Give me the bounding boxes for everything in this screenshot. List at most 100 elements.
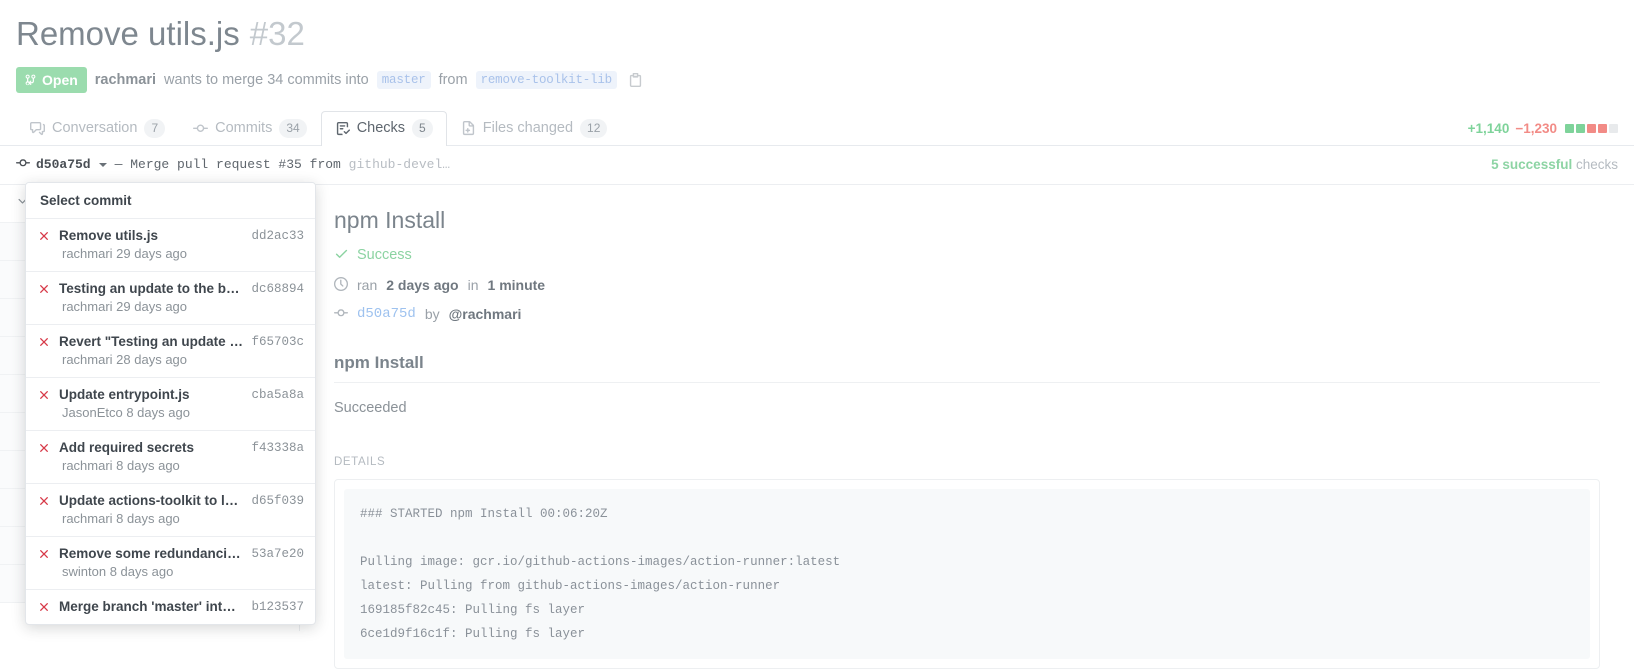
list-item[interactable]: Remove some redundancies be… 53a7e20 swint… bbox=[26, 537, 315, 590]
details-label: DETAILS bbox=[334, 456, 1634, 468]
check-title: npm Install bbox=[334, 207, 1634, 234]
ran-prefix: ran bbox=[357, 277, 377, 293]
list-item[interactable]: Update actions-toolkit to latest … d65f03… bbox=[26, 484, 315, 537]
commit-item-sha: f43338a bbox=[251, 441, 304, 455]
git-commit-icon bbox=[193, 121, 208, 136]
list-item[interactable]: Merge branch 'master' into rem… b123537 bbox=[26, 590, 315, 624]
commit-item-title: Add required secrets bbox=[59, 440, 243, 455]
x-icon bbox=[37, 547, 51, 561]
git-commit-icon bbox=[16, 156, 30, 173]
log-card: ### STARTED npm Install 00:06:20Z Pullin… bbox=[334, 479, 1600, 669]
merge-text-2: from bbox=[439, 72, 468, 88]
status-badge-label: Open bbox=[42, 72, 78, 88]
ran-mid: in bbox=[468, 277, 479, 293]
commit-item-title: Remove utils.js bbox=[59, 228, 243, 243]
checks-topbar: d50a75d — Merge pull request #35 from gi… bbox=[0, 146, 1634, 185]
diffstat-block bbox=[1565, 124, 1574, 133]
commit-sha-label: d50a75d bbox=[36, 157, 91, 172]
dropdown-header: Select commit bbox=[26, 183, 315, 219]
pr-author: rachmari bbox=[95, 72, 156, 88]
list-item[interactable]: Testing an update to the beta ve…dc68894… bbox=[26, 272, 315, 325]
check-status-label: Success bbox=[357, 247, 412, 263]
commit-item-meta: rachmari 28 days ago bbox=[37, 352, 304, 367]
x-icon bbox=[37, 388, 51, 402]
check-run-time: ran 2 days ago in 1 minute bbox=[334, 277, 1634, 294]
log-output: ### STARTED npm Install 00:06:20Z Pullin… bbox=[344, 489, 1590, 659]
check-commit-line: d50a75d by @rachmari bbox=[334, 306, 1634, 323]
check-icon bbox=[334, 246, 349, 265]
comment-discussion-icon bbox=[30, 121, 45, 136]
diffstat[interactable]: +1,140 −1,230 bbox=[1468, 121, 1618, 136]
diffstat-blocks bbox=[1565, 124, 1618, 133]
merge-text-1: wants to merge 34 commits into bbox=[164, 72, 369, 88]
check-commit-author[interactable]: @rachmari bbox=[449, 306, 522, 322]
commit-item-title: Update entrypoint.js bbox=[59, 387, 243, 402]
pr-title-row: Remove utils.js #32 bbox=[16, 14, 1618, 54]
commit-item-meta: swinton 8 days ago bbox=[37, 564, 304, 579]
commit-item-sha: cba5a8a bbox=[251, 388, 304, 402]
clipboard-copy-icon[interactable] bbox=[628, 72, 643, 87]
tab-files-changed-count: 12 bbox=[580, 119, 607, 137]
commit-item-title: Update actions-toolkit to latest … bbox=[59, 493, 243, 508]
x-icon bbox=[37, 335, 51, 349]
pr-number: #32 bbox=[250, 15, 305, 53]
commit-item-meta: rachmari 29 days ago bbox=[37, 246, 304, 261]
git-pull-request-icon bbox=[24, 73, 37, 86]
commit-item-title: Remove some redundancies be… bbox=[59, 546, 243, 561]
commit-item-meta: JasonEtco 8 days ago bbox=[37, 405, 304, 420]
tab-files-changed[interactable]: Files changed 12 bbox=[447, 111, 622, 145]
git-commit-icon bbox=[334, 306, 348, 323]
chevron-down-icon bbox=[99, 163, 107, 167]
ran-duration: 1 minute bbox=[488, 277, 546, 293]
pr-meta: Open rachmari wants to merge 34 commits … bbox=[16, 67, 1618, 93]
commit-list: Remove utils.js dd2ac33 rachmari 29 days a… bbox=[26, 219, 315, 624]
x-icon bbox=[37, 600, 51, 614]
checks-summary-count: 5 successful bbox=[1491, 157, 1572, 172]
list-item[interactable]: Revert "Testing an update to th…f65703cr… bbox=[26, 325, 315, 378]
tab-conversation-count: 7 bbox=[144, 119, 165, 137]
check-commit-sha-link[interactable]: d50a75d bbox=[357, 306, 416, 322]
commit-item-meta: rachmari 29 days ago bbox=[37, 299, 304, 314]
commit-select-button[interactable]: d50a75d bbox=[16, 156, 107, 173]
diffstat-block bbox=[1587, 124, 1596, 133]
tab-checks[interactable]: Checks 5 bbox=[321, 111, 447, 145]
check-status: Success bbox=[334, 246, 1634, 265]
list-item[interactable]: Add required secretsf43338arachmari 8 da… bbox=[26, 431, 315, 484]
tab-checks-count: 5 bbox=[412, 119, 433, 137]
commit-item-sha: 53a7e20 bbox=[251, 547, 304, 561]
base-branch-label[interactable]: master bbox=[377, 71, 431, 89]
list-item[interactable]: Update entrypoint.js cba5a8a JasonEtco 8 d… bbox=[26, 378, 315, 431]
ran-when: 2 days ago bbox=[386, 277, 458, 293]
diffstat-deletions: −1,230 bbox=[1515, 121, 1557, 136]
commit-message-truncated: github-devel… bbox=[349, 157, 450, 172]
x-icon bbox=[37, 282, 51, 296]
commit-item-sha: f65703c bbox=[251, 335, 304, 349]
checks-summary: 5 successful checks bbox=[1491, 157, 1618, 172]
x-icon bbox=[37, 494, 51, 508]
pr-header: Remove utils.js #32 Open rachmari wants … bbox=[0, 0, 1634, 93]
commit-item-sha: dd2ac33 bbox=[251, 229, 304, 243]
clock-icon bbox=[334, 277, 348, 294]
commit-item-sha: d65f039 bbox=[251, 494, 304, 508]
file-diff-icon bbox=[461, 121, 476, 136]
tab-commits-label: Commits bbox=[215, 121, 272, 136]
x-icon bbox=[37, 229, 51, 243]
tab-checks-label: Checks bbox=[357, 121, 405, 136]
x-icon bbox=[37, 441, 51, 455]
diffstat-block bbox=[1609, 124, 1618, 133]
commit-item-title: Merge branch 'master' into rem… bbox=[59, 599, 243, 614]
commit-item-sha: b123537 bbox=[251, 600, 304, 614]
checklist-icon bbox=[335, 121, 350, 136]
tab-conversation[interactable]: Conversation 7 bbox=[16, 111, 179, 145]
status-badge: Open bbox=[16, 67, 87, 93]
pr-tabbar: Conversation 7 Commits 34 Checks 5 bbox=[0, 111, 1634, 146]
list-item[interactable]: Remove utils.js dd2ac33 rachmari 29 days a… bbox=[26, 219, 315, 272]
commit-item-meta: rachmari 8 days ago bbox=[37, 511, 304, 526]
tab-conversation-label: Conversation bbox=[52, 121, 137, 136]
tab-commits[interactable]: Commits 34 bbox=[179, 111, 321, 145]
head-branch-label[interactable]: remove-toolkit-lib bbox=[476, 71, 617, 89]
tab-files-changed-label: Files changed bbox=[483, 121, 573, 136]
check-detail-panel: npm Install Success ran 2 days ago in 1 … bbox=[300, 185, 1634, 631]
diffstat-block bbox=[1576, 124, 1585, 133]
tab-commits-count: 34 bbox=[279, 119, 306, 137]
